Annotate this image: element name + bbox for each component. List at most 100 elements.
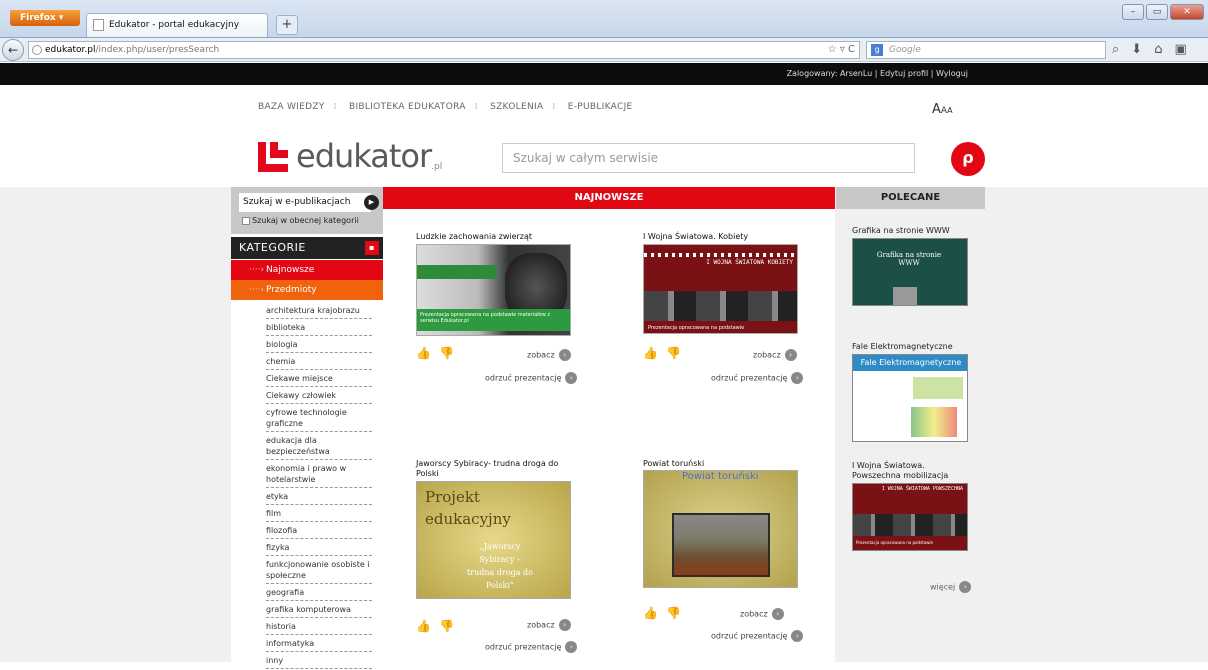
category-subjects[interactable]: ····› Przedmioty (231, 280, 383, 300)
recommended-title[interactable]: I Wojna Światowa. Powszechna mobilizacja (852, 461, 972, 481)
browser-tab[interactable]: Edukator - portal edukacyjny (86, 13, 268, 37)
subject-item[interactable]: architektura krajobrazu (266, 303, 372, 319)
sync-icon[interactable]: ▣ (1174, 42, 1186, 57)
rate-icons[interactable]: 👍👎 (643, 346, 689, 360)
subject-list: architektura krajobrazu biblioteka biologi… (266, 303, 372, 670)
presentation-card: Jaworscy Sybiracy- trudna droga do Polsk… (416, 459, 576, 599)
see-label: zobacz (740, 609, 768, 619)
subject-item[interactable]: fizyka (266, 540, 372, 556)
subject-item[interactable]: edukacja dla bezpieczeństwa (266, 433, 372, 460)
subject-item[interactable]: historia (266, 619, 372, 635)
restore-icon[interactable]: ▭ (1146, 4, 1168, 20)
card-title[interactable]: Jaworscy Sybiracy- trudna droga do Polsk… (416, 459, 572, 479)
firefox-menu-button[interactable]: Firefox ▾ (10, 10, 80, 26)
card-thumb-caption: Prezentacja opracowana na podstawie mate… (417, 309, 570, 331)
rate-icons[interactable]: 👍👎 (416, 346, 462, 360)
category-newest-label: Najnowsze (266, 265, 315, 275)
subject-item[interactable]: Ciekawy człowiek (266, 388, 372, 404)
rate-icons[interactable]: 👍👎 (416, 619, 462, 633)
card-thumb-caption: „Jaworscy Sybiracy – trudna droga do Pol… (467, 542, 533, 590)
see-button[interactable]: zobacz › (740, 608, 784, 620)
card-thumbnail[interactable]: Prezentacja opracowana na podstawie mate… (416, 244, 571, 336)
browser-search-input[interactable]: g Google (866, 41, 1106, 59)
recommended-item: Grafika na stronie WWW Grafika na stroni… (852, 226, 972, 306)
bookmark-star-icon[interactable]: ☆ ▿ C (828, 42, 855, 58)
collapse-icon[interactable]: ▪ (365, 241, 379, 255)
address-bar[interactable]: edukator.pl/index.php/user/presSearch ☆ … (28, 41, 860, 59)
site-search-button[interactable]: ρ (951, 142, 985, 176)
subject-item[interactable]: funkcjonowanie osobiste i społeczne (266, 557, 372, 584)
font-size-switcher[interactable]: AAA (932, 102, 953, 117)
nav-baza-wiedzy[interactable]: BAZA WIEDZY (258, 102, 325, 112)
subject-item[interactable]: ekonomia i prawo w hotelarstwie (266, 461, 372, 488)
globe-icon (32, 45, 42, 55)
category-newest[interactable]: ····› Najnowsze (231, 260, 383, 280)
presentation-card: Ludzkie zachowania zwierząt Prezentacja … (416, 232, 576, 336)
categories-title: KATEGORIE (239, 241, 306, 254)
rate-icons[interactable]: 👍👎 (643, 606, 689, 620)
site-search-input[interactable]: Szukaj w całym serwisie (502, 143, 915, 173)
reject-button[interactable]: odrzuć prezentację › (485, 641, 578, 653)
home-icon[interactable]: ⌂ (1154, 42, 1162, 57)
subject-item[interactable]: cyfrowe technologie graficzne (266, 405, 372, 432)
login-links[interactable]: Zalogowany: ArsenLu | Edytuj profil | Wy… (787, 69, 968, 78)
reject-button[interactable]: odrzuć prezentację › (711, 630, 804, 642)
checkbox-label: Szukaj w obecnej kategorii (252, 216, 359, 225)
subject-item[interactable]: etyka (266, 489, 372, 505)
card-thumbnail[interactable]: Projekt edukacyjny „Jaworscy Sybiracy – … (416, 481, 571, 599)
nav-e-publikacje[interactable]: E-PUBLIKACJE (568, 102, 633, 112)
current-category-checkbox[interactable]: Szukaj w obecnej kategorii (242, 216, 359, 225)
reject-button[interactable]: odrzuć prezentację › (711, 372, 804, 384)
close-icon[interactable]: ✕ (1170, 4, 1204, 20)
download-icon[interactable]: ⬇ (1131, 42, 1142, 57)
recommended-thumbnail[interactable]: Fale Elektromagnetyczne (852, 354, 968, 442)
more-label: więcej (930, 582, 956, 592)
new-tab-button[interactable]: + (276, 15, 298, 35)
search-engine-label: Google (889, 45, 921, 55)
see-label: zobacz (527, 350, 555, 360)
nav-biblioteka[interactable]: BIBLIOTEKA EDUKATORA (349, 102, 466, 112)
page-favicon-icon (93, 19, 104, 31)
subject-item[interactable]: geografia (266, 585, 372, 601)
card-title[interactable]: Ludzkie zachowania zwierząt (416, 232, 576, 242)
window-controls: – ▭ ✕ (1122, 4, 1204, 20)
site-logo[interactable]: edukator .pl (258, 138, 442, 172)
card-thumb-caption: Prezentacja opracowana na podstawie (648, 325, 745, 331)
recommended-title[interactable]: Fale Elektromagnetyczne (852, 342, 972, 352)
subject-item[interactable]: informatyka (266, 636, 372, 652)
checkbox-icon[interactable] (242, 216, 250, 225)
card-thumbnail[interactable]: Powiat toruński (643, 470, 798, 588)
subject-item[interactable]: grafika komputerowa (266, 602, 372, 618)
more-button[interactable]: więcej › (930, 581, 972, 593)
logo-mark-icon (258, 142, 294, 172)
card-title[interactable]: Powiat toruński (643, 459, 803, 469)
see-label: zobacz (753, 350, 781, 360)
recommended-header: POLECANE (836, 187, 985, 209)
nav-szkolenia[interactable]: SZKOLENIA (490, 102, 543, 112)
card-title[interactable]: I Wojna Światowa. Kobiety (643, 232, 803, 242)
subject-item[interactable]: inny (266, 653, 372, 669)
see-button[interactable]: zobacz › (527, 349, 571, 361)
subject-item[interactable]: Ciekawe miejsce (266, 371, 372, 387)
subject-item[interactable]: biologia (266, 337, 372, 353)
card-thumb-heading: I WOJNA ŚWIATOWA KOBIETY (706, 259, 793, 266)
recommended-title[interactable]: Grafika na stronie WWW (852, 226, 972, 236)
subject-item[interactable]: chemia (266, 354, 372, 370)
epub-search-label: Szukaj w e-publikacjach (243, 197, 351, 207)
card-thumbnail[interactable]: I WOJNA ŚWIATOWA KOBIETY Prezentacja opr… (643, 244, 798, 334)
subject-item[interactable]: biblioteka (266, 320, 372, 336)
subject-item[interactable]: film (266, 506, 372, 522)
reject-label: odrzuć prezentację (485, 373, 562, 383)
back-arrow-icon[interactable]: ← (2, 39, 24, 61)
minimize-icon[interactable]: – (1122, 4, 1144, 20)
see-button[interactable]: zobacz › (527, 619, 571, 631)
main-nav: BAZA WIEDZY ⁞ BIBLIOTEKA EDUKATORA ⁞ SZKOL… (258, 102, 633, 112)
subject-item[interactable]: filozofia (266, 523, 372, 539)
search-icon[interactable]: ⌕ (1112, 42, 1119, 57)
toolbar-icons: ⌕ ⬇ ⌂ ▣ (1112, 42, 1187, 57)
recommended-thumbnail[interactable]: Grafika na stronie WWW (852, 238, 968, 306)
see-button[interactable]: zobacz › (753, 349, 797, 361)
recommended-thumbnail[interactable]: I WOJNA ŚWIATOWA POWSZECHNA Prezentacja … (852, 483, 968, 551)
reject-button[interactable]: odrzuć prezentację › (485, 372, 578, 384)
epub-search-button[interactable]: Szukaj w e-publikacjach ▶ (239, 193, 379, 212)
